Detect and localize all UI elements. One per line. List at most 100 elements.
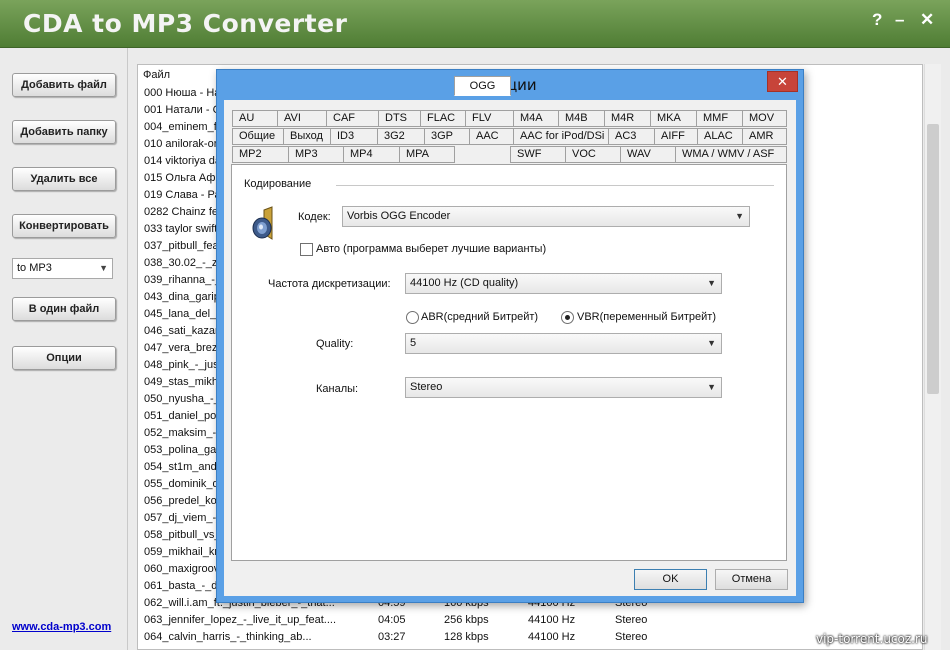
tab-ogg[interactable]: OGG — [454, 76, 511, 96]
cell-channels: Stereo — [615, 614, 648, 626]
tab-ac3[interactable]: AC3 — [608, 128, 655, 145]
tab-avi[interactable]: AVI — [277, 110, 327, 127]
auto-checkbox[interactable] — [300, 243, 313, 256]
list-item[interactable]: 019 Слава - Ра — [144, 189, 221, 206]
tab-m4b[interactable]: M4B — [558, 110, 605, 127]
tab-dts[interactable]: DTS — [378, 110, 421, 127]
tab-aac-for-ipod-dsi[interactable]: AAC for iPod/DSi — [513, 128, 609, 145]
list-item[interactable]: 038_30.02_-_z — [144, 257, 217, 274]
auto-label[interactable]: Авто (программа выберет лучшие варианты) — [316, 243, 546, 255]
tab-mp2[interactable]: MP2 — [232, 146, 289, 163]
list-item[interactable]: 057_dj_viem_-_ — [144, 512, 222, 529]
list-item[interactable]: 015 Ольга Афа — [144, 172, 222, 189]
table-row[interactable]: 064_calvin_harris_-_thinking_ab... 03:27 1… — [144, 631, 904, 648]
tab-wav[interactable]: WAV — [620, 146, 676, 163]
remove-all-button[interactable]: Удалить все — [12, 167, 116, 191]
tab-m4a[interactable]: M4A — [513, 110, 559, 127]
tab-swf[interactable]: SWF — [510, 146, 566, 163]
tab-aac[interactable]: AAC — [469, 128, 514, 145]
add-folder-button[interactable]: Добавить папку — [12, 120, 116, 144]
tab-caf[interactable]: CAF — [326, 110, 379, 127]
list-item[interactable]: 059_mikhail_kru — [144, 546, 224, 563]
tab-mka[interactable]: MKA — [650, 110, 697, 127]
title-bar: CDA to MP3 Converter ? – ✕ — [0, 0, 950, 48]
scrollbar-thumb[interactable] — [927, 124, 939, 394]
abr-label[interactable]: ABR(средний Битрейт) — [421, 311, 538, 323]
list-item[interactable]: 004_eminem_fe — [144, 121, 223, 138]
list-item[interactable]: 053_polina_gag — [144, 444, 222, 461]
tab-amr[interactable]: AMR — [742, 128, 787, 145]
codec-select[interactable]: Vorbis OGG Encoder ▼ — [342, 206, 750, 227]
tab-mp4[interactable]: MP4 — [343, 146, 400, 163]
quality-select[interactable]: 5 ▼ — [405, 333, 722, 354]
convert-button[interactable]: Конвертировать — [12, 214, 116, 238]
format-select-value: to MP3 — [17, 262, 52, 274]
tab-mpa[interactable]: MPA — [399, 146, 455, 163]
column-header-file[interactable]: Файл — [143, 69, 170, 81]
list-item[interactable]: 047_vera_brez — [144, 342, 217, 359]
table-row[interactable]: 063_jennifer_lopez_-_live_it_up_feat....… — [144, 614, 904, 631]
tab-общие[interactable]: Общие — [232, 128, 284, 145]
list-item[interactable]: 046_sati_kazan — [144, 325, 221, 342]
tab-3gp[interactable]: 3GP — [424, 128, 470, 145]
sample-rate-select[interactable]: 44100 Hz (CD quality) ▼ — [405, 273, 722, 294]
list-item[interactable]: 051_daniel_pow — [144, 410, 224, 427]
tab-mov[interactable]: MOV — [742, 110, 787, 127]
list-item[interactable]: 039_rihanna_-_ — [144, 274, 221, 291]
tab-alac[interactable]: ALAC — [697, 128, 743, 145]
list-item[interactable]: 000 Нюша - На — [144, 87, 220, 104]
tab-m4r[interactable]: M4R — [604, 110, 651, 127]
add-file-button[interactable]: Добавить файл — [12, 73, 116, 97]
list-item[interactable]: 055_dominik_dz — [144, 478, 224, 495]
vbr-radio[interactable] — [561, 311, 574, 324]
list-item[interactable]: 049_stas_mikha — [144, 376, 224, 393]
list-item[interactable]: 050_nyusha_-_ — [144, 393, 220, 410]
list-item[interactable]: 0282 Chainz fe — [144, 206, 218, 223]
tab-flv[interactable]: FLV — [465, 110, 514, 127]
list-item[interactable]: 052_maksim_-_ — [144, 427, 222, 444]
format-select[interactable]: to MP3 ▼ — [12, 258, 113, 279]
close-button[interactable]: ✕ — [920, 10, 934, 30]
list-item[interactable]: 060_maxigroov — [144, 563, 219, 580]
list-item[interactable]: 048_pink_-_jus — [144, 359, 219, 376]
help-button[interactable]: ? — [872, 10, 882, 30]
dialog-close-button[interactable]: ✕ — [767, 71, 798, 92]
tab-aiff[interactable]: AIFF — [654, 128, 698, 145]
tab-id3[interactable]: ID3 — [330, 128, 378, 145]
tab-3g2[interactable]: 3G2 — [377, 128, 425, 145]
list-item[interactable]: 045_lana_del_r — [144, 308, 220, 325]
tab-flac[interactable]: FLAC — [420, 110, 466, 127]
ogg-tab-panel: Кодирование Кодек: Vorbis OGG Encoder ▼ … — [231, 164, 787, 561]
list-item[interactable]: 043_dina_garip — [144, 291, 220, 308]
list-item[interactable]: 056_predel_kor — [144, 495, 220, 512]
channels-select[interactable]: Stereo ▼ — [405, 377, 722, 398]
file-list-scrollbar[interactable] — [924, 64, 941, 650]
single-file-button[interactable]: В один файл — [12, 297, 116, 321]
abr-radio[interactable] — [406, 311, 419, 324]
tab-wma-wmv-asf[interactable]: WMA / WMV / ASF — [675, 146, 787, 163]
list-item[interactable]: 037_pitbull_fea — [144, 240, 219, 257]
list-item[interactable]: 061_basta_-_d — [144, 580, 217, 597]
cell-bitrate: 256 kbps — [444, 614, 489, 626]
list-item[interactable]: 058_pitbull_vs_ — [144, 529, 220, 546]
list-item[interactable]: 033 taylor swift — [144, 223, 217, 240]
minimize-button[interactable]: – — [895, 10, 904, 30]
tab-voc[interactable]: VOC — [565, 146, 621, 163]
tab-mmf[interactable]: MMF — [696, 110, 743, 127]
ok-button[interactable]: OK — [634, 569, 707, 590]
tab-выход[interactable]: Выход — [283, 128, 331, 145]
vbr-label[interactable]: VBR(переменный Битрейт) — [577, 311, 716, 323]
list-item[interactable]: 010 anilorak-ora — [144, 138, 224, 155]
cell-name: 064_calvin_harris_-_thinking_ab... — [144, 631, 312, 643]
options-button[interactable]: Опции — [12, 346, 116, 370]
tab-au[interactable]: AU — [232, 110, 278, 127]
list-item[interactable]: 054_st1m_and_ — [144, 461, 223, 478]
website-link[interactable]: www.cda-mp3.com — [12, 621, 111, 633]
channels-value: Stereo — [410, 381, 443, 393]
cell-bitrate: 128 kbps — [444, 631, 489, 643]
list-item[interactable]: 001 Натали - С — [144, 104, 221, 121]
tab-mp3[interactable]: MP3 — [288, 146, 344, 163]
list-item[interactable]: 014 viktoriya da — [144, 155, 221, 172]
cancel-button[interactable]: Отмена — [715, 569, 788, 590]
quality-label: Quality: — [316, 338, 354, 350]
